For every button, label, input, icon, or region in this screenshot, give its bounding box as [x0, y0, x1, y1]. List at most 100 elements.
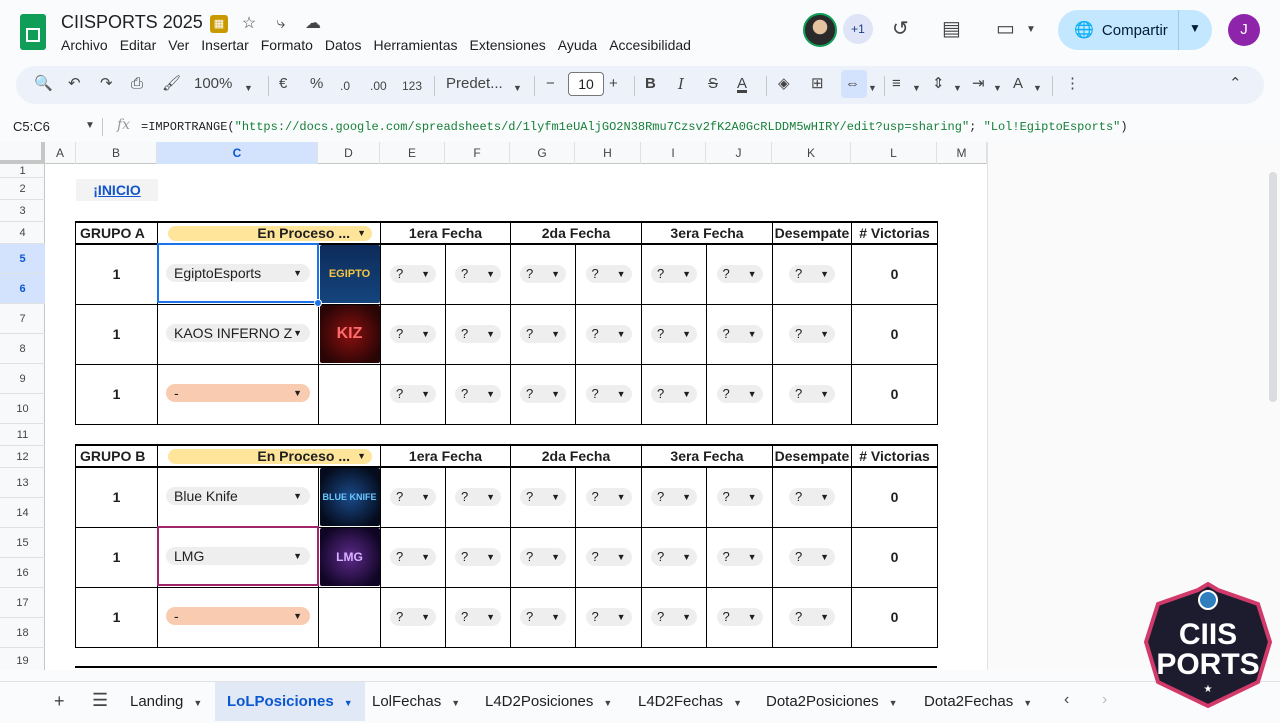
row-header[interactable]: 9	[0, 364, 45, 394]
pick-dropdown[interactable]: ?	[390, 385, 436, 403]
position-cell[interactable]: 1	[75, 243, 158, 305]
column-header-k[interactable]: K	[772, 142, 851, 164]
tab-menu-icon[interactable]: ▼	[344, 698, 353, 708]
pick-dropdown[interactable]: ?	[716, 488, 763, 507]
pick-cell[interactable]: ?	[575, 586, 642, 648]
pick-dropdown[interactable]: ?	[651, 265, 697, 284]
pick-cell[interactable]: ?	[380, 363, 446, 425]
vertical-scrollbar[interactable]	[1269, 172, 1277, 402]
pick-cell[interactable]: ?	[510, 363, 576, 425]
tab-menu-icon[interactable]: ▼	[889, 698, 898, 708]
pick-cell[interactable]: ?	[641, 303, 707, 365]
move-folder-icon[interactable]: ⤷	[270, 13, 292, 35]
logo-cell[interactable]: EGIPTO	[318, 243, 381, 305]
column-header-m[interactable]: M	[937, 142, 987, 164]
share-button[interactable]: 🌐 Compartir ▼	[1058, 10, 1212, 50]
share-dropdown-icon[interactable]: ▼	[1189, 21, 1201, 35]
undo-icon[interactable]: ↶	[68, 74, 81, 94]
logo-cell[interactable]: LMG	[318, 526, 381, 588]
pick-cell[interactable]: ?	[510, 466, 576, 528]
valign-dropdown-icon[interactable]: ▼	[953, 78, 962, 98]
column-header-h[interactable]: H	[575, 142, 641, 164]
menu-accesibilidad[interactable]: Accesibilidad	[609, 37, 697, 53]
tab-menu-icon[interactable]: ▼	[1023, 698, 1032, 708]
pick-dropdown[interactable]: ?	[789, 325, 835, 343]
all-sheets-icon[interactable]: ☰	[92, 690, 108, 711]
row-header[interactable]: 16	[0, 558, 45, 588]
team-cell[interactable]: -	[157, 363, 319, 425]
strikethrough-icon[interactable]: S	[708, 74, 718, 94]
pick-dropdown[interactable]: ?	[651, 488, 697, 507]
team-cell[interactable]: KAOS INFERNO Z	[157, 303, 319, 365]
pick-cell[interactable]: ?	[641, 243, 707, 305]
pick-dropdown[interactable]: ?	[455, 488, 501, 507]
column-header-g[interactable]: G	[510, 142, 575, 164]
menu-archivo[interactable]: Archivo	[61, 37, 114, 53]
pick-dropdown[interactable]: ?	[455, 325, 501, 343]
column-header-i[interactable]: I	[641, 142, 706, 164]
pick-cell[interactable]: ?	[445, 526, 511, 588]
pick-dropdown[interactable]: ?	[585, 548, 632, 566]
paint-format-icon[interactable]: 🖌	[162, 74, 181, 94]
logo-cell[interactable]	[318, 363, 381, 425]
version-badge-icon[interactable]: ▦	[210, 15, 228, 33]
tab-landing[interactable]: Landing ▼	[118, 682, 214, 721]
pick-cell[interactable]: ?	[380, 243, 446, 305]
pick-dropdown[interactable]: ?	[716, 265, 763, 284]
merge-dropdown-icon[interactable]: ▼	[868, 78, 877, 98]
pick-dropdown[interactable]: ?	[520, 265, 566, 284]
menu-datos[interactable]: Datos	[325, 37, 368, 53]
zoom-select[interactable]: 100%	[194, 74, 232, 94]
pick-cell[interactable]: ?	[641, 526, 707, 588]
group-b-status-cell[interactable]: En Proceso ...	[157, 444, 381, 468]
pick-cell[interactable]: ?	[510, 243, 576, 305]
comments-icon[interactable]: ▤	[942, 16, 961, 41]
font-select[interactable]: Predet...	[446, 74, 503, 94]
team-dropdown[interactable]: Blue Knife	[166, 486, 310, 505]
tab-menu-icon[interactable]: ▼	[451, 698, 460, 708]
pick-cell[interactable]: ?	[772, 586, 852, 648]
pick-dropdown[interactable]: ?	[455, 548, 501, 566]
column-header-l[interactable]: L	[851, 142, 937, 164]
column-header-a[interactable]: A	[45, 142, 76, 164]
pick-dropdown[interactable]: ?	[455, 385, 501, 403]
decrease-font-size-icon[interactable]: −	[546, 74, 555, 94]
collapse-toolbar-icon[interactable]: ⌃	[1229, 74, 1242, 94]
pick-dropdown[interactable]: ?	[390, 325, 436, 343]
meet-icon[interactable]: ▭	[996, 16, 1015, 41]
pick-dropdown[interactable]: ?	[390, 548, 436, 566]
logo-cell[interactable]: BLUE KNIFE	[318, 466, 381, 528]
row-header[interactable]: 5	[0, 244, 45, 274]
pick-dropdown[interactable]: ?	[520, 608, 566, 626]
group-b-status-dropdown[interactable]: En Proceso ...	[168, 449, 372, 464]
borders-icon[interactable]: ⊞	[811, 74, 824, 94]
pick-dropdown[interactable]: ?	[716, 325, 763, 343]
meet-dropdown-icon[interactable]: ▼	[1026, 24, 1036, 35]
cloud-status-icon[interactable]: ☁	[302, 13, 324, 35]
select-all-corner[interactable]	[0, 142, 45, 164]
pick-dropdown[interactable]: ?	[390, 265, 436, 284]
pick-dropdown[interactable]: ?	[520, 325, 566, 343]
pick-cell[interactable]: ?	[772, 243, 852, 305]
row-header[interactable]: 14	[0, 498, 45, 528]
tab-lolfechas[interactable]: LolFechas ▼	[360, 682, 472, 721]
row-header[interactable]: 8	[0, 334, 45, 364]
row-header[interactable]: 4	[0, 222, 45, 244]
pick-dropdown[interactable]: ?	[789, 488, 835, 507]
pick-dropdown[interactable]: ?	[716, 548, 763, 566]
tab-lolposiciones[interactable]: LoLPosiciones ▼	[215, 682, 365, 721]
pick-cell[interactable]: ?	[445, 363, 511, 425]
pick-dropdown[interactable]: ?	[651, 385, 697, 403]
tab-dota2fechas[interactable]: Dota2Fechas ▼	[912, 682, 1044, 721]
row-header[interactable]: 17	[0, 588, 45, 618]
tab-menu-icon[interactable]: ▼	[733, 698, 742, 708]
name-box[interactable]: C5:C6	[13, 119, 50, 134]
font-size-input[interactable]: 10	[568, 72, 604, 96]
logo-cell[interactable]	[318, 586, 381, 648]
pick-cell[interactable]: ?	[706, 243, 773, 305]
pick-dropdown[interactable]: ?	[789, 385, 835, 403]
pick-dropdown[interactable]: ?	[520, 385, 566, 403]
horizontal-align-icon[interactable]: ≡	[892, 74, 901, 94]
align-dropdown-icon[interactable]: ▼	[912, 78, 921, 98]
pick-cell[interactable]: ?	[575, 466, 642, 528]
